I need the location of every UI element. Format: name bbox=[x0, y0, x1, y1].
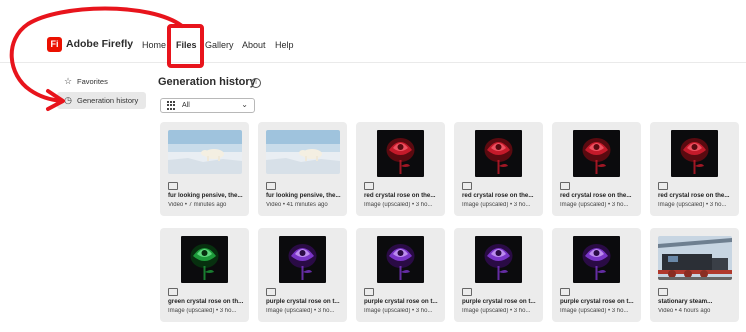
card-title: purple crystal rose on t... bbox=[462, 298, 536, 305]
video-icon bbox=[168, 182, 178, 190]
card-meta: Image (upscaled) • 3 ho... bbox=[266, 308, 335, 314]
thumbnail-image[interactable] bbox=[573, 130, 620, 177]
image-icon bbox=[266, 288, 276, 296]
thumbnail-image[interactable] bbox=[573, 236, 620, 283]
filter-value: All bbox=[182, 102, 190, 109]
sidebar-item-label: Generation history bbox=[77, 96, 139, 105]
video-icon bbox=[266, 182, 276, 190]
sidebar-item-favorites[interactable]: ☆ Favorites bbox=[57, 73, 146, 90]
card-title: red crystal rose on the... bbox=[658, 192, 730, 199]
chevron-down-icon: ⌄ bbox=[241, 100, 248, 109]
card-meta: Image (upscaled) • 3 ho... bbox=[364, 308, 433, 314]
page-title: Generation history bbox=[158, 76, 256, 88]
nav-about[interactable]: About bbox=[242, 40, 266, 50]
card-meta: Image (upscaled) • 3 ho... bbox=[462, 308, 531, 314]
image-icon bbox=[364, 288, 374, 296]
sidebar-item-generation-history[interactable]: ◷ Generation history bbox=[57, 92, 146, 109]
thumbnail-image[interactable] bbox=[658, 236, 732, 280]
history-card[interactable]: red crystal rose on the... Image (upscale… bbox=[650, 122, 739, 216]
image-icon bbox=[560, 288, 570, 296]
card-title: red crystal rose on the... bbox=[560, 192, 632, 199]
card-meta: Image (upscaled) • 3 ho... bbox=[658, 202, 727, 208]
thumbnail-image[interactable] bbox=[475, 236, 522, 283]
history-card[interactable]: red crystal rose on the... Image (upscale… bbox=[356, 122, 445, 216]
history-card[interactable]: purple crystal rose on t... Image (upscal… bbox=[356, 228, 445, 322]
card-meta: Video • 7 minutes ago bbox=[168, 202, 227, 208]
history-card[interactable]: red crystal rose on the... Image (upscale… bbox=[552, 122, 641, 216]
firefly-logo[interactable]: Fi bbox=[47, 37, 62, 52]
thumbnail-image[interactable] bbox=[475, 130, 522, 177]
card-title: stationary steam... bbox=[658, 298, 713, 305]
card-title: purple crystal rose on t... bbox=[266, 298, 340, 305]
image-icon bbox=[462, 288, 472, 296]
card-meta: Image (upscaled) • 3 ho... bbox=[364, 202, 433, 208]
card-title: red crystal rose on the... bbox=[462, 192, 534, 199]
thumbnail-image[interactable] bbox=[671, 130, 718, 177]
thumbnail-image[interactable] bbox=[377, 236, 424, 283]
history-card[interactable]: green crystal rose on th... Image (upscal… bbox=[160, 228, 249, 322]
thumbnail-image[interactable] bbox=[279, 236, 326, 283]
thumbnail-image[interactable] bbox=[168, 130, 242, 174]
card-meta: Image (upscaled) • 3 ho... bbox=[560, 202, 629, 208]
image-icon bbox=[364, 182, 374, 190]
nav-home[interactable]: Home bbox=[142, 40, 166, 50]
card-title: purple crystal rose on t... bbox=[364, 298, 438, 305]
nav-files[interactable]: Files bbox=[176, 40, 197, 50]
history-icon: ◷ bbox=[64, 95, 72, 105]
video-icon bbox=[658, 288, 668, 296]
info-icon[interactable]: i bbox=[251, 78, 261, 88]
card-meta: Image (upscaled) • 3 ho... bbox=[462, 202, 531, 208]
thumbnail-image[interactable] bbox=[266, 130, 340, 174]
image-icon bbox=[462, 182, 472, 190]
grid-icon bbox=[167, 101, 176, 110]
card-title: fur looking pensive, the... bbox=[266, 192, 341, 199]
history-card[interactable]: stationary steam... Video • 4 hours ago bbox=[650, 228, 739, 322]
nav-help[interactable]: Help bbox=[275, 40, 294, 50]
image-icon bbox=[658, 182, 668, 190]
card-meta: Video • 41 minutes ago bbox=[266, 202, 328, 208]
image-icon bbox=[560, 182, 570, 190]
history-card[interactable]: purple crystal rose on t... Image (upscal… bbox=[552, 228, 641, 322]
history-card[interactable]: purple crystal rose on t... Image (upscal… bbox=[454, 228, 543, 322]
history-card[interactable]: fur looking pensive, the... Video • 41 mi… bbox=[258, 122, 347, 216]
history-card[interactable]: purple crystal rose on t... Image (upscal… bbox=[258, 228, 347, 322]
history-card[interactable]: fur looking pensive, the... Video • 7 min… bbox=[160, 122, 249, 216]
brand-name[interactable]: Adobe Firefly bbox=[66, 38, 133, 50]
card-meta: Image (upscaled) • 3 ho... bbox=[168, 308, 237, 314]
star-icon: ☆ bbox=[63, 76, 73, 86]
card-title: purple crystal rose on t... bbox=[560, 298, 634, 305]
card-title: fur looking pensive, the... bbox=[168, 192, 243, 199]
thumbnail-image[interactable] bbox=[377, 130, 424, 177]
history-card[interactable]: red crystal rose on the... Image (upscale… bbox=[454, 122, 543, 216]
card-title: green crystal rose on th... bbox=[168, 298, 244, 305]
filter-dropdown[interactable]: All ⌄ bbox=[160, 98, 255, 113]
card-title: red crystal rose on the... bbox=[364, 192, 436, 199]
image-icon bbox=[168, 288, 178, 296]
card-meta: Video • 4 hours ago bbox=[658, 308, 711, 314]
top-bar: Fi Adobe Firefly Home Files Gallery Abou… bbox=[0, 0, 746, 63]
thumbnail-image[interactable] bbox=[181, 236, 228, 283]
card-meta: Image (upscaled) • 3 ho... bbox=[560, 308, 629, 314]
sidebar-item-label: Favorites bbox=[77, 77, 108, 86]
nav-gallery[interactable]: Gallery bbox=[205, 40, 234, 50]
